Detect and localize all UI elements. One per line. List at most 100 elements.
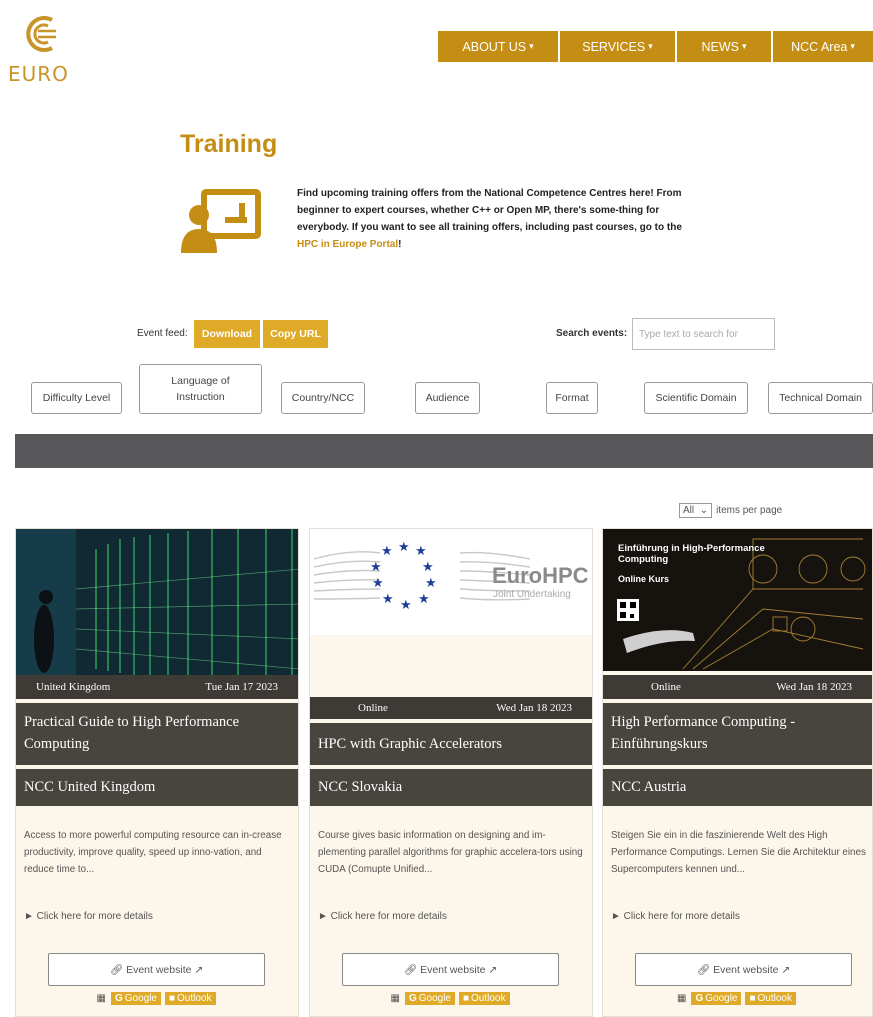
intro-text-body: Find upcoming training offers from the N…: [297, 188, 682, 233]
course-image-heading: Einführung in High-Performance Computing: [618, 543, 765, 565]
copy-url-button[interactable]: Copy URL: [263, 320, 328, 348]
external-link-icon: ↗: [194, 963, 204, 976]
eurohpc-brand-sub: Joint Undertaking: [493, 589, 571, 600]
event-date: Wed Jan 18 2023: [776, 681, 852, 693]
more-details-toggle[interactable]: ► Click here for more details: [611, 911, 740, 922]
add-to-calendar: ▦ G Google ■ Outlook: [16, 992, 298, 1005]
more-details-toggle[interactable]: ► Click here for more details: [318, 911, 447, 922]
event-ncc: NCC Austria: [603, 765, 872, 806]
filter-scientific-domain[interactable]: Scientific Domain: [644, 382, 748, 414]
nav-about-us-label: ABOUT US: [462, 39, 527, 54]
items-per-page-select[interactable]: All ⌄: [679, 503, 713, 518]
event-card: United Kingdom Tue Jan 17 2023 Practical…: [15, 528, 299, 1017]
event-website-label: Event website: [126, 963, 192, 976]
nav-ncc-area-label: NCC Area: [791, 39, 848, 54]
svg-text:★: ★: [372, 576, 384, 591]
event-title[interactable]: Practical Guide to High Performance Comp…: [16, 703, 298, 765]
svg-text:★: ★: [382, 592, 394, 607]
nav-ncc-area[interactable]: NCC Area ▾: [773, 31, 873, 62]
intro-text-end: !: [398, 239, 402, 250]
download-button[interactable]: Download: [194, 320, 260, 348]
caret-down-icon: ▾: [648, 41, 653, 51]
outlook-calendar-button[interactable]: ■ Outlook: [745, 992, 796, 1005]
svg-text:★: ★: [400, 598, 412, 613]
outlook-calendar-label: Outlook: [471, 993, 506, 1004]
event-ncc: NCC Slovakia: [310, 765, 592, 806]
external-link-icon: ↗: [488, 963, 498, 976]
event-feed-label: Event feed:: [137, 328, 188, 339]
svg-text:★: ★: [381, 544, 393, 559]
svg-text:★: ★: [425, 576, 437, 591]
svg-text:★: ★: [398, 540, 410, 555]
chevron-down-icon: ⌄: [699, 505, 709, 516]
logo-text: EURO: [8, 62, 69, 86]
event-location: Online: [358, 702, 388, 714]
page-title: Training: [180, 130, 278, 158]
event-website-button[interactable]: 🔗︎ Event website ↗: [342, 953, 559, 986]
caret-down-icon: ▾: [850, 41, 855, 51]
items-per-page-value: All: [683, 505, 695, 516]
google-calendar-button[interactable]: G Google: [691, 992, 742, 1005]
link-icon: 🔗︎: [696, 964, 711, 976]
search-events-label: Search events:: [556, 328, 628, 339]
filter-country-ncc[interactable]: Country/NCC: [281, 382, 365, 414]
event-image-datacenter: [16, 529, 298, 675]
caret-down-icon: ▾: [529, 41, 534, 51]
caret-down-icon: ▾: [741, 41, 747, 51]
more-details-toggle[interactable]: ► Click here for more details: [24, 911, 153, 922]
main-nav: ABOUT US ▾ SERVICES ▾ NEWS ▾ NCC Area ▾: [438, 31, 873, 62]
svg-text:★: ★: [422, 560, 434, 575]
svg-text:★: ★: [370, 560, 382, 575]
filter-audience[interactable]: Audience: [415, 382, 480, 414]
items-per-page: All ⌄ items per page: [679, 503, 782, 518]
event-meta: Online Wed Jan 18 2023: [603, 675, 872, 699]
windows-icon: ■: [462, 993, 470, 1004]
link-icon: 🔗︎: [403, 964, 418, 976]
course-image-sub: Online Kurs: [618, 574, 670, 584]
outlook-calendar-button[interactable]: ■ Outlook: [164, 992, 216, 1005]
outlook-calendar-button[interactable]: ■ Outlook: [458, 992, 510, 1005]
nav-services-label: SERVICES: [582, 39, 646, 54]
windows-icon: ■: [168, 993, 176, 1004]
ncc-logo-icon: [26, 16, 56, 52]
event-description: Access to more powerful computing resour…: [24, 830, 282, 875]
eurohpc-brand: EuroHPC: [492, 563, 589, 588]
nav-about-us[interactable]: ABOUT US ▾: [438, 31, 558, 62]
event-website-button[interactable]: 🔗︎ Event website ↗: [48, 953, 265, 986]
hpc-portal-link[interactable]: HPC in Europe Portal: [297, 239, 398, 250]
svg-text:★: ★: [415, 544, 427, 559]
event-location: United Kingdom: [36, 681, 111, 693]
search-input[interactable]: [632, 318, 775, 350]
filter-language-of-instruction[interactable]: Language of Instruction: [139, 364, 262, 414]
intro-text: Find upcoming training offers from the N…: [297, 185, 687, 253]
outlook-calendar-label: Outlook: [177, 993, 212, 1004]
google-icon: G: [408, 993, 417, 1004]
event-location: Online: [651, 681, 681, 693]
svg-text:★: ★: [418, 592, 430, 607]
euro-logo[interactable]: EURO: [8, 10, 78, 86]
windows-icon: ■: [749, 993, 756, 1004]
nav-news[interactable]: NEWS ▾: [677, 31, 771, 62]
event-title[interactable]: High Performance Computing - Einführungs…: [603, 703, 872, 765]
event-description: Steigen Sie ein in die faszinierende Wel…: [611, 830, 866, 875]
google-calendar-button[interactable]: G Google: [110, 992, 161, 1005]
event-description: Course gives basic information on design…: [318, 830, 583, 875]
google-icon: G: [114, 993, 123, 1004]
items-per-page-label: items per page: [716, 505, 783, 516]
event-website-button[interactable]: 🔗︎ Event website ↗: [635, 953, 852, 986]
nav-news-label: NEWS: [701, 39, 739, 54]
filter-technical-domain[interactable]: Technical Domain: [768, 382, 873, 414]
google-calendar-button[interactable]: G Google: [404, 992, 455, 1005]
google-calendar-label: Google: [418, 993, 451, 1004]
results-bar: [15, 434, 873, 468]
event-ncc: NCC United Kingdom: [16, 765, 298, 806]
calendar-icon: ▦: [677, 993, 687, 1004]
event-date: Wed Jan 18 2023: [496, 702, 572, 714]
filter-difficulty-level[interactable]: Difficulty Level: [31, 382, 122, 414]
nav-services[interactable]: SERVICES ▾: [560, 31, 675, 62]
outlook-calendar-label: Outlook: [757, 993, 792, 1004]
event-title[interactable]: HPC with Graphic Accelerators: [310, 723, 592, 765]
filter-format[interactable]: Format: [546, 382, 598, 414]
event-image-eurohpc: ★ ★ ★ ★ ★ ★ ★ ★ ★ ★ EuroHPC Joint Undertaking: [310, 529, 592, 635]
event-date: Tue Jan 17 2023: [205, 681, 278, 693]
